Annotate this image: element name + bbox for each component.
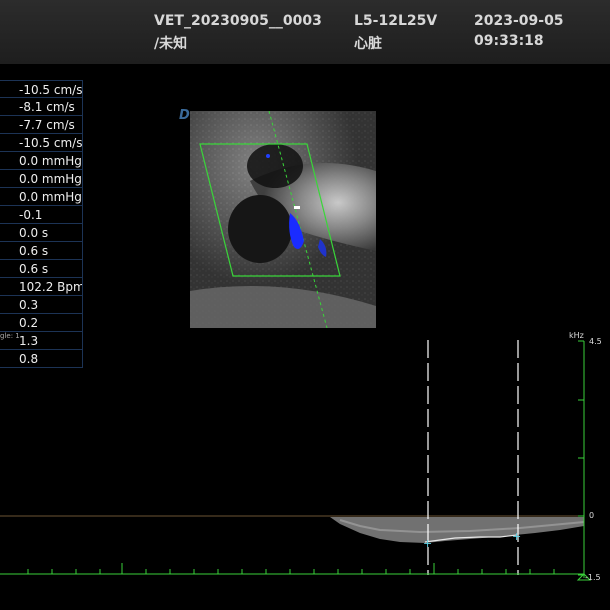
probe-name: L5-12L25V xyxy=(354,13,438,29)
measurement-value: 0.3 xyxy=(0,296,83,314)
image-marker: D xyxy=(179,108,190,123)
time-axis-ticks xyxy=(27,563,555,574)
caliper-marker-end[interactable]: + xyxy=(512,530,521,543)
measurement-value: -0.1 xyxy=(0,206,83,224)
patient-info: /未知 xyxy=(154,36,188,52)
scale-min-label: -1.5 xyxy=(585,573,601,582)
measurement-value: 0.6 s xyxy=(0,242,83,260)
measurement-value: 0.0 mmHg xyxy=(0,170,83,188)
measurement-value: 0.0 mmHg xyxy=(0,152,83,170)
bmode-image[interactable] xyxy=(190,111,376,328)
scale-max-label: 4.5 xyxy=(589,337,602,346)
spectral-waveform xyxy=(330,517,584,543)
scale-zero-label: 0 xyxy=(589,511,594,520)
header-bar: VET_20230905__0003 /未知 L5-12L25V 心脏 2023… xyxy=(0,0,610,64)
chamber-dark-region xyxy=(228,195,292,263)
exam-date: 2023-09-05 xyxy=(474,13,564,29)
exam-time: 09:33:18 xyxy=(474,33,544,49)
measurement-value: -7.7 cm/s xyxy=(0,116,83,134)
caliper-marker-start[interactable]: + xyxy=(423,537,432,550)
sample-volume-gate[interactable] xyxy=(294,206,300,209)
scale-unit-label: kHz xyxy=(569,331,584,340)
measurement-value: 102.2 Bpm xyxy=(0,278,83,296)
measurement-value: 0.0 s xyxy=(0,224,83,242)
measurement-value: -8.1 cm/s xyxy=(0,98,83,116)
measurement-results: -10.5 cm/s -8.1 cm/s -7.7 cm/s -10.5 cm/… xyxy=(0,80,83,368)
measurement-value: 0.0 mmHg xyxy=(0,188,83,206)
measurement-value: 0.6 s xyxy=(0,260,83,278)
measurement-value: -10.5 cm/s xyxy=(0,134,83,152)
exam-preset: 心脏 xyxy=(354,36,382,52)
doppler-spectrum[interactable]: + + kHz 4.5 0 -1.5 xyxy=(0,330,610,610)
velocity-scale-ticks xyxy=(578,340,584,576)
patient-id: VET_20230905__0003 xyxy=(154,13,322,29)
measurement-value: -10.5 cm/s xyxy=(0,80,83,98)
